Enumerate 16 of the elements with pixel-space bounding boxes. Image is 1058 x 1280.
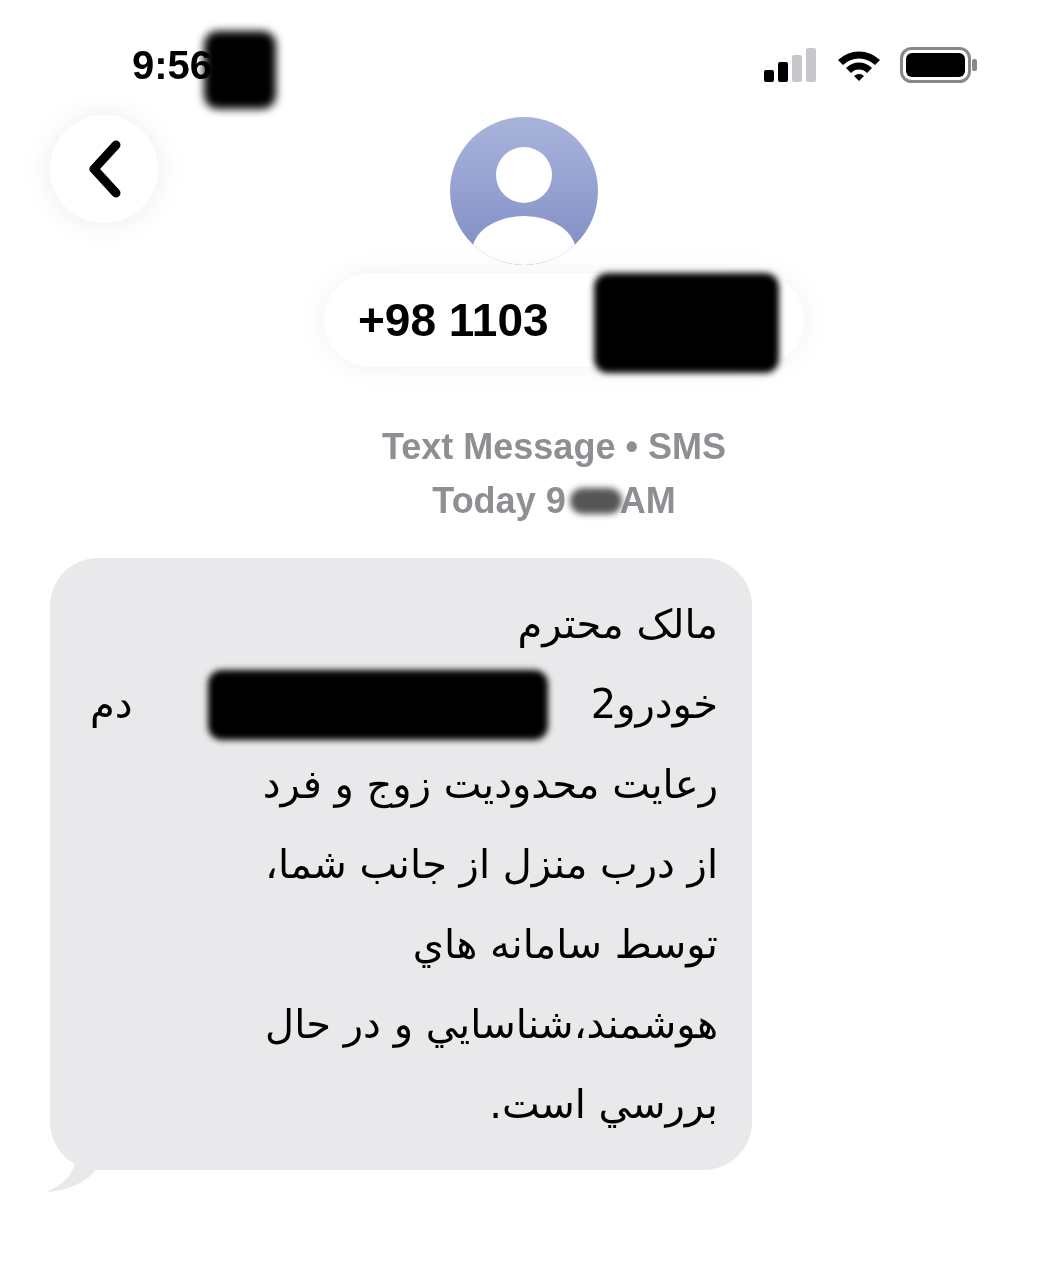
message-text: دم <box>90 680 133 730</box>
message-text: رعایت محدودیت زوج و فرد <box>262 760 718 811</box>
message-text: مالک محترم <box>517 600 718 650</box>
time-suffix: AM <box>619 479 676 523</box>
message-text: توسط سامانه هاي <box>412 920 718 970</box>
back-chevron-icon <box>86 139 122 199</box>
message-text: خودرو2 <box>590 680 718 730</box>
service-label: Text Message • SMS <box>381 425 727 469</box>
message-text: از درب منزل از جانب شما، <box>265 840 718 890</box>
wifi-icon <box>836 48 882 82</box>
message-text: هوشمند،شناسايي و در حال <box>265 1000 718 1050</box>
message-text: بررسي است. <box>489 1080 718 1130</box>
battery-icon <box>900 47 978 83</box>
message-date: Today 9 <box>432 479 566 523</box>
signal-icon <box>764 48 818 82</box>
contact-number: +98 1103 <box>358 292 549 348</box>
